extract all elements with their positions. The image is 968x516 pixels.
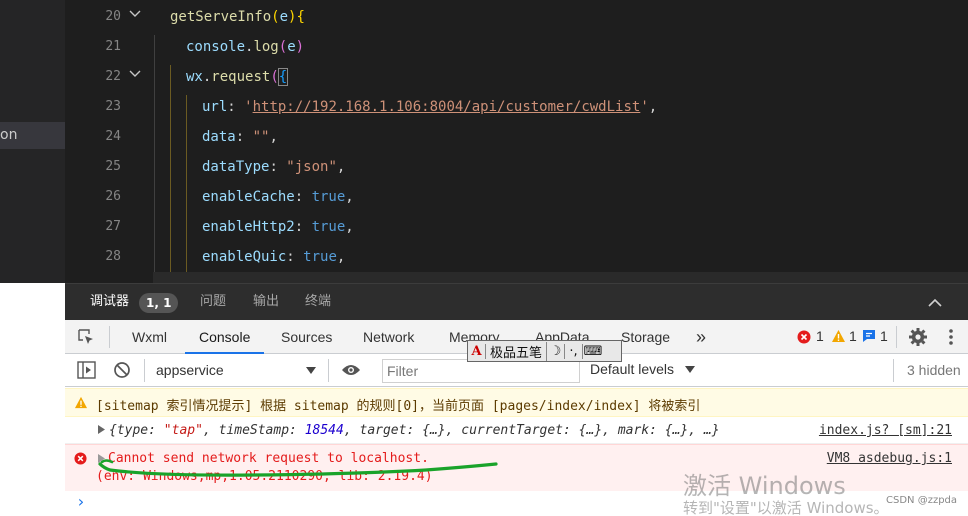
indent-guide	[154, 35, 155, 283]
keyboard-icon[interactable]: ⌨	[583, 344, 603, 359]
caret-down-icon[interactable]	[685, 366, 695, 374]
indent-guide	[186, 95, 187, 283]
divider	[328, 359, 329, 382]
code-line-27: enableHttp2: true,	[202, 219, 354, 235]
ime-toolbar[interactable]: A 极品五笔 ☽ ·, ⌨	[467, 340, 622, 362]
panel-tab-bar: 调试器 1, 1 问题 输出 终端	[65, 283, 968, 321]
chevron-down-icon[interactable]	[129, 8, 141, 20]
expand-triangle-icon[interactable]	[98, 425, 105, 434]
console-prompt: ›	[76, 492, 86, 511]
code-line-28: enableQuic: true,	[202, 249, 346, 265]
line-number: 27	[105, 219, 121, 234]
log-object-preview: {type: "tap", timeStamp: 18544, target: …	[109, 423, 720, 438]
divider	[144, 359, 145, 382]
explorer-selected-item[interactable]: on	[0, 122, 65, 149]
editor-gutter: 20 21 22 23 24 25 26 27 28	[65, 0, 153, 283]
info-message-icon	[863, 330, 875, 342]
log-source-link[interactable]: index.js? [sm]:21	[819, 423, 952, 438]
line-number: 25	[105, 159, 121, 174]
divider	[896, 326, 897, 348]
tab-problems[interactable]: 问题	[200, 284, 226, 321]
code-line-20: getServeInfo(e){	[170, 9, 305, 25]
code-line-22: wx.request({	[186, 68, 289, 86]
line-number: 28	[105, 249, 121, 264]
caret-down-icon[interactable]	[306, 367, 316, 375]
explorer-panel: on	[0, 0, 65, 283]
warning-count[interactable]: 1	[849, 328, 857, 344]
green-underline-annotation	[98, 459, 498, 477]
console-log-row[interactable]: {type: "tap", timeStamp: 18544, target: …	[65, 417, 968, 444]
error-count[interactable]: 1	[816, 328, 824, 344]
cursor-position-badge: 1, 1	[139, 293, 179, 313]
chevron-up-icon[interactable]	[926, 294, 944, 312]
moon-icon[interactable]: ☽	[547, 343, 566, 359]
error-source-link[interactable]: VM8 asdebug.js:1	[827, 451, 952, 466]
tab-debugger[interactable]: 调试器	[90, 284, 130, 321]
hidden-count: 3 hidden	[907, 362, 961, 378]
warning-icon	[832, 330, 845, 342]
eye-icon[interactable]	[341, 363, 361, 377]
sidebar-toggle-icon[interactable]	[77, 361, 96, 379]
tab-output[interactable]: 输出	[253, 284, 279, 321]
clear-console-icon[interactable]	[113, 361, 131, 379]
tab-storage[interactable]: Storage	[621, 320, 670, 354]
code-line-26: enableCache: true,	[202, 189, 354, 205]
code-line-25: dataType: "json",	[202, 159, 346, 175]
chevron-down-icon[interactable]	[129, 68, 141, 80]
error-icon	[797, 330, 811, 344]
divider	[893, 359, 894, 382]
tab-wxml[interactable]: Wxml	[132, 320, 167, 354]
activation-watermark-title: 激活 Windows	[683, 472, 846, 500]
csdn-credit: CSDN @zzpda	[886, 495, 958, 506]
gear-icon[interactable]	[908, 327, 928, 347]
line-number: 22	[105, 69, 121, 84]
ime-name: 极品五笔	[486, 341, 548, 361]
line-number: 23	[105, 99, 121, 114]
activation-watermark-subtitle: 转到"设置"以激活 Windows。	[683, 499, 889, 516]
warning-icon	[74, 396, 88, 409]
tab-terminal[interactable]: 终端	[305, 284, 331, 321]
kebab-menu-icon[interactable]	[948, 328, 954, 346]
line-number: 24	[105, 129, 121, 144]
indent-guide	[170, 65, 171, 283]
ime-mode-indicator[interactable]: A	[468, 343, 486, 359]
code-line-24: data: "",	[202, 129, 278, 145]
line-number: 26	[105, 189, 121, 204]
info-count[interactable]: 1	[880, 328, 888, 344]
editor-scroll-shadow	[153, 272, 968, 283]
error-icon	[74, 452, 87, 465]
more-tabs-button[interactable]: »	[696, 320, 706, 354]
warning-message: [sitemap 索引情况提示] 根据 sitemap 的规则[0]，当前页面 …	[96, 399, 701, 414]
divider	[109, 326, 110, 348]
line-number: 21	[105, 39, 121, 54]
filter-input[interactable]	[383, 360, 579, 382]
tab-network[interactable]: Network	[363, 320, 414, 354]
filter-field[interactable]	[382, 359, 580, 383]
tab-sources[interactable]: Sources	[281, 320, 332, 354]
code-line-21: console.log(e)	[186, 39, 305, 55]
log-levels-dropdown[interactable]: Default levels	[590, 361, 674, 377]
punctuation-icon[interactable]: ·,	[565, 343, 584, 359]
line-number: 20	[105, 9, 121, 24]
inspect-element-icon[interactable]	[77, 328, 95, 346]
code-editor[interactable]: getServeInfo(e){ console.log(e) wx.reque…	[153, 0, 968, 283]
tab-console[interactable]: Console	[185, 320, 265, 354]
context-selector[interactable]: appservice	[156, 362, 224, 378]
url-link[interactable]: http://192.168.1.106:8004/api/customer/c…	[253, 99, 641, 115]
console-warning-row[interactable]: [sitemap 索引情况提示] 根据 sitemap 的规则[0]，当前页面 …	[65, 388, 968, 417]
code-line-23: url: 'http://192.168.1.106:8004/api/cust…	[202, 99, 658, 115]
